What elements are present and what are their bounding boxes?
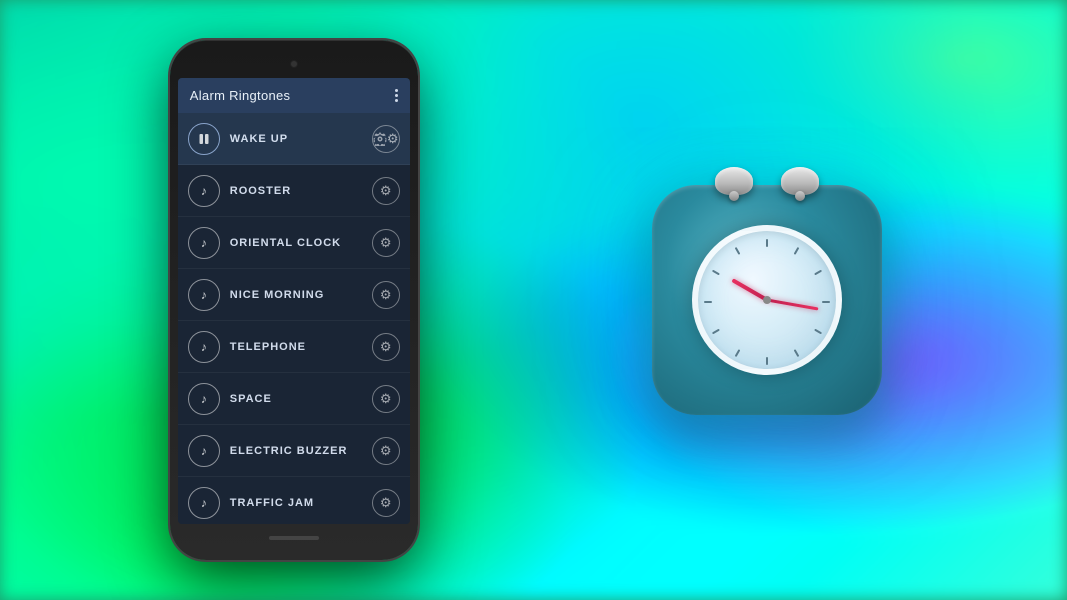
- tick-mark: [822, 301, 830, 303]
- menu-button[interactable]: [395, 89, 398, 102]
- settings-button[interactable]: ⚙: [372, 177, 400, 205]
- settings-button[interactable]: ⚙: [372, 437, 400, 465]
- tick-mark: [712, 329, 720, 335]
- phone-device: Alarm Ringtones WAKE: [170, 40, 418, 560]
- music-icon: ♪: [188, 279, 220, 311]
- list-item[interactable]: ♪ SPACE ⚙: [178, 373, 410, 425]
- settings-button[interactable]: ⚙: [372, 125, 400, 153]
- ringtone-name: SPACE: [230, 393, 372, 405]
- ringtone-name: WAKE UP: [230, 133, 372, 145]
- list-item[interactable]: ♪ ROOSTER ⚙: [178, 165, 410, 217]
- ringtone-name: ORIENTAL CLOCK: [230, 237, 372, 249]
- tick-mark: [794, 349, 800, 357]
- music-icon: ♪: [188, 227, 220, 259]
- music-icon: ♪: [188, 383, 220, 415]
- tick-mark: [766, 239, 768, 247]
- ringtone-name: ELECTRIC BUZZER: [230, 445, 372, 457]
- phone-home-bar: [178, 530, 410, 546]
- music-icon: ♪: [188, 175, 220, 207]
- ringtone-name: ROOSTER: [230, 185, 372, 197]
- tick-mark: [735, 247, 741, 255]
- settings-button[interactable]: ⚙: [372, 385, 400, 413]
- settings-button[interactable]: ⚙: [372, 229, 400, 257]
- list-item[interactable]: ♪ ELECTRIC BUZZER ⚙: [178, 425, 410, 477]
- list-item[interactable]: ♪ TRAFFIC JAM ⚙: [178, 477, 410, 524]
- phone-notch: [178, 54, 410, 74]
- clock-bells: [715, 167, 819, 195]
- app-header: Alarm Ringtones: [178, 78, 410, 113]
- ringtone-name: TELEPHONE: [230, 341, 372, 353]
- clock-center-dot: [763, 296, 771, 304]
- settings-button[interactable]: ⚙: [372, 489, 400, 517]
- bell-right: [781, 167, 819, 195]
- home-bar: [269, 536, 319, 540]
- settings-button[interactable]: ⚙: [372, 333, 400, 361]
- list-item[interactable]: ♪ NICE MORNING ⚙: [178, 269, 410, 321]
- menu-dot: [395, 89, 398, 92]
- menu-dot: [395, 99, 398, 102]
- tick-mark: [794, 247, 800, 255]
- clock-face: [692, 225, 842, 375]
- ringtone-name: TRAFFIC JAM: [230, 497, 372, 509]
- tick-mark: [766, 357, 768, 365]
- music-icon: ♪: [188, 487, 220, 519]
- settings-button[interactable]: ⚙: [372, 281, 400, 309]
- tick-mark: [814, 329, 822, 335]
- app-title: Alarm Ringtones: [190, 88, 291, 103]
- clock-icon-container: [637, 170, 897, 430]
- clock-minute-hand: [767, 299, 819, 311]
- clock-app-icon: [652, 185, 882, 415]
- main-content: Alarm Ringtones WAKE: [0, 0, 1067, 600]
- phone-camera: [290, 60, 298, 68]
- pause-icon: [188, 123, 220, 155]
- music-icon: ♪: [188, 331, 220, 363]
- bell-left: [715, 167, 753, 195]
- tick-mark: [814, 270, 822, 276]
- tick-mark: [735, 349, 741, 357]
- list-item[interactable]: WAKE UP ⚙: [178, 113, 410, 165]
- tick-mark: [712, 270, 720, 276]
- tick-mark: [704, 301, 712, 303]
- list-item[interactable]: ♪ TELEPHONE ⚙: [178, 321, 410, 373]
- menu-dot: [395, 94, 398, 97]
- ringtone-list: WAKE UP ⚙ ♪ ROOSTER ⚙ ♪: [178, 113, 410, 524]
- list-item[interactable]: ♪ ORIENTAL CLOCK ⚙: [178, 217, 410, 269]
- ringtone-name: NICE MORNING: [230, 289, 372, 301]
- phone-screen: Alarm Ringtones WAKE: [178, 78, 410, 524]
- music-icon: ♪: [188, 435, 220, 467]
